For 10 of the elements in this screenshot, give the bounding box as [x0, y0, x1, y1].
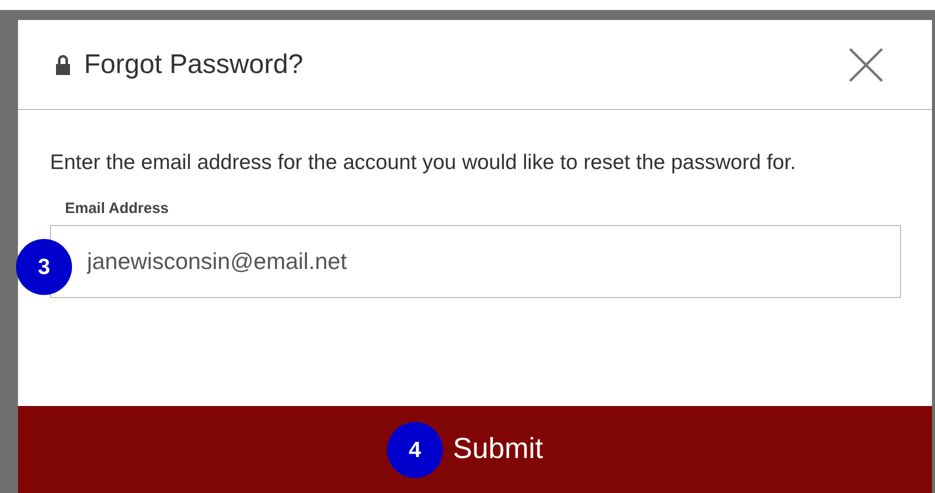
close-button[interactable]: [848, 46, 884, 82]
lock-icon: [54, 54, 72, 76]
submit-button[interactable]: 4 Submit: [18, 406, 932, 493]
callout-marker: 4: [386, 422, 443, 478]
instruction-text: Enter the email address for the account you would like to reset the password for.: [50, 150, 797, 176]
submit-label: Submit: [452, 432, 544, 467]
dialog-title: Forgot Password?: [84, 48, 304, 82]
callout-marker: 3: [16, 238, 72, 294]
field-label: Email Address: [65, 199, 169, 219]
close-icon: [849, 48, 883, 82]
